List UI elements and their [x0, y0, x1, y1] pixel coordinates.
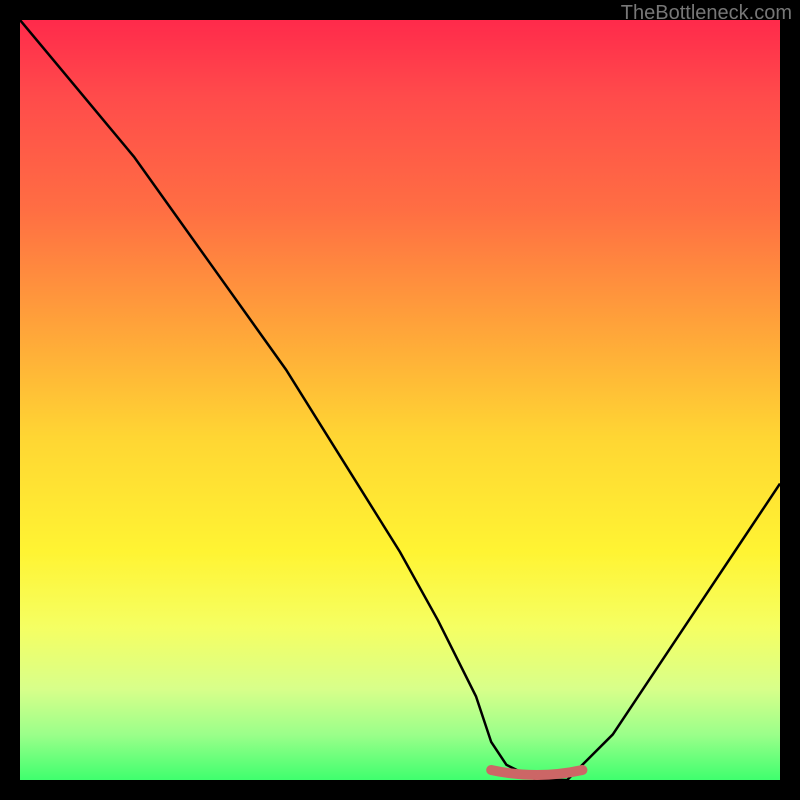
plot-gradient-background [20, 20, 780, 780]
chart-frame: TheBottleneck.com [0, 0, 800, 800]
watermark-text: TheBottleneck.com [621, 2, 792, 25]
